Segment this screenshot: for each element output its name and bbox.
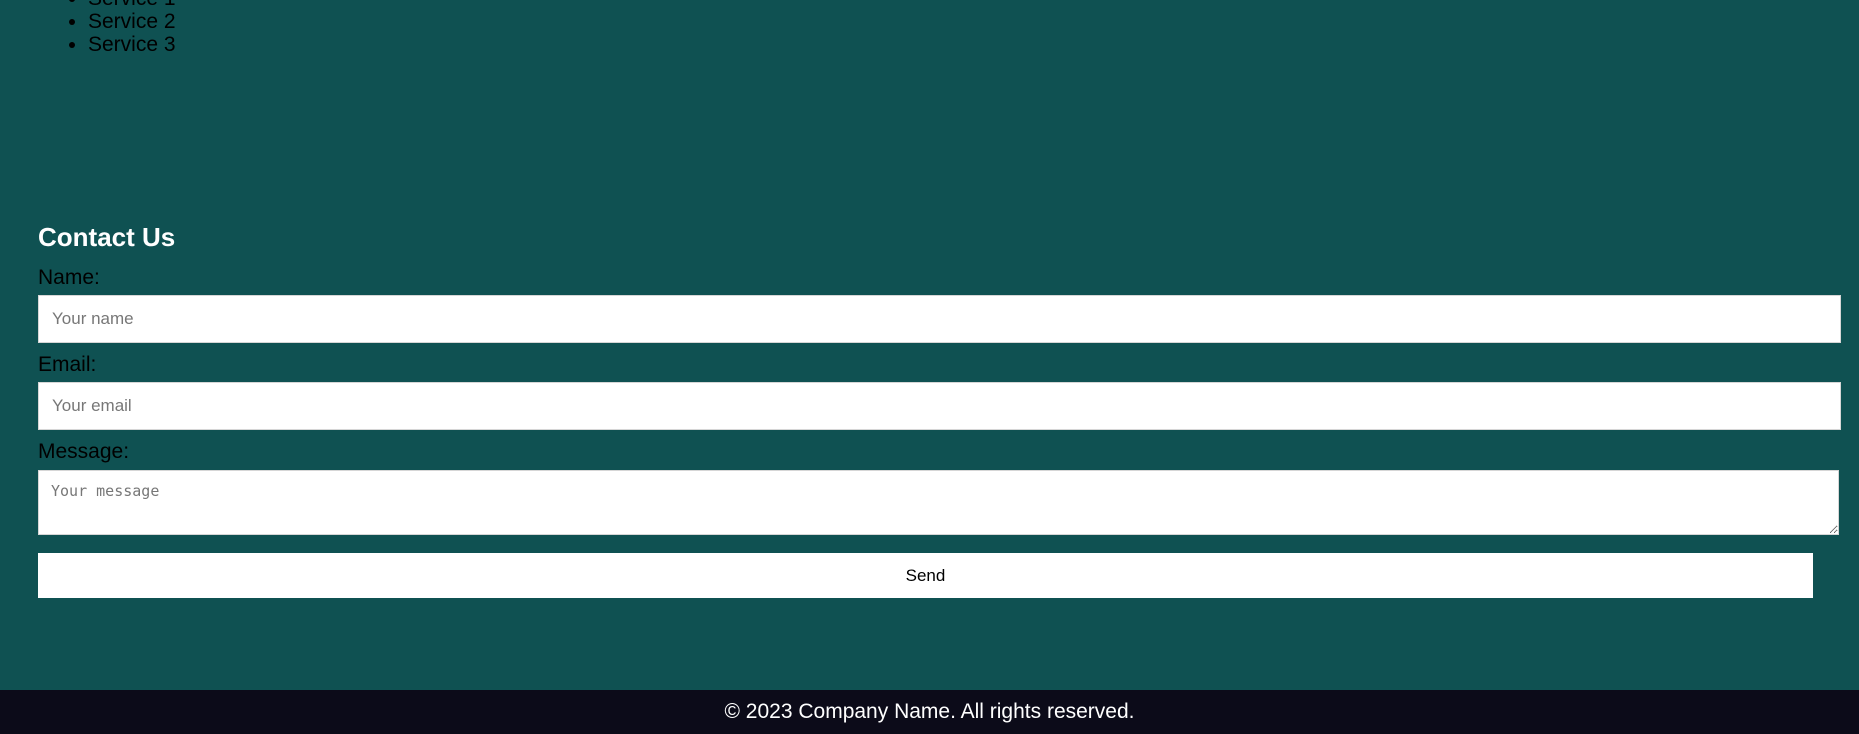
name-input[interactable]: [38, 295, 1841, 343]
message-textarea[interactable]: [38, 470, 1839, 535]
footer: © 2023 Company Name. All rights reserved…: [0, 690, 1859, 734]
email-label: Email:: [38, 353, 97, 376]
list-item: Service 3: [88, 33, 176, 56]
message-label: Message:: [38, 440, 130, 463]
contact-title: Contact Us: [38, 222, 176, 252]
contact-section: Contact Us Name: Email: Message: Send: [38, 220, 1841, 598]
send-button[interactable]: Send: [38, 553, 1813, 598]
email-input[interactable]: [38, 382, 1841, 430]
name-label: Name:: [38, 266, 100, 289]
services-list: Service 1 Service 2 Service 3: [0, 0, 176, 56]
copyright-text: © 2023 Company Name. All rights reserved…: [724, 700, 1135, 723]
list-item: Service 1: [88, 0, 176, 10]
list-item: Service 2: [88, 10, 176, 33]
